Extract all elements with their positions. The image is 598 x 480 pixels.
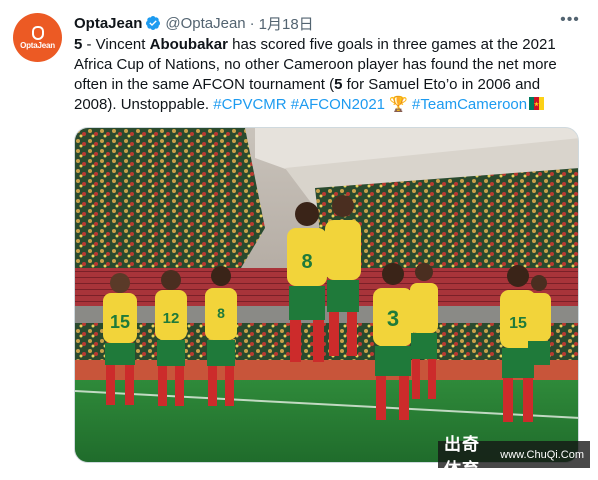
more-options-icon[interactable]: •••: [560, 12, 580, 33]
hashtag-afcon2021[interactable]: #AFCON2021: [291, 96, 385, 113]
kit-number: 15: [110, 312, 130, 332]
watermark-url: www.ChuQi.Com: [500, 448, 584, 461]
watermark-cn: 出奇体育: [444, 434, 480, 480]
tweet-header: OptaJean @OptaJean · 1月18日: [74, 12, 314, 34]
hashtag-cpvcmr[interactable]: #CPVCMR: [213, 96, 286, 113]
opta-logo-icon: [31, 25, 44, 40]
match-photo: 15 12 8 8 3 15: [75, 128, 578, 462]
site-watermark: 出奇体育 www.ChuQi.Com: [438, 435, 590, 480]
tweet-text: 5 - Vincent Aboubakar has scored five go…: [74, 35, 579, 115]
avatar[interactable]: OptaJean: [13, 13, 62, 62]
tweet[interactable]: OptaJean OptaJean @OptaJean · 1月18日 ••• …: [0, 0, 598, 480]
kit-number: 12: [163, 310, 180, 327]
verified-badge-icon: [146, 16, 161, 30]
player-name: Aboubakar: [149, 36, 228, 53]
tweet-date[interactable]: 1月18日: [259, 13, 314, 34]
author-name[interactable]: OptaJean: [74, 15, 142, 32]
tweet-text-part-1: - Vincent: [82, 36, 150, 53]
cameroon-flag-icon: [529, 97, 545, 110]
kit-number: 8: [301, 251, 312, 273]
tweet-photo[interactable]: 15 12 8 8 3 15: [74, 127, 579, 463]
kit-number: 3: [387, 306, 399, 331]
hashtag-teamcameroon[interactable]: #TeamCameroon: [412, 96, 527, 113]
avatar-brand-text: OptaJean: [20, 40, 55, 50]
kit-number: 15: [509, 315, 527, 332]
kit-number: 8: [217, 305, 225, 321]
trophy-icon: 🏆: [389, 96, 408, 113]
author-handle[interactable]: @OptaJean: [165, 15, 245, 32]
separator-dot: ·: [249, 14, 255, 32]
